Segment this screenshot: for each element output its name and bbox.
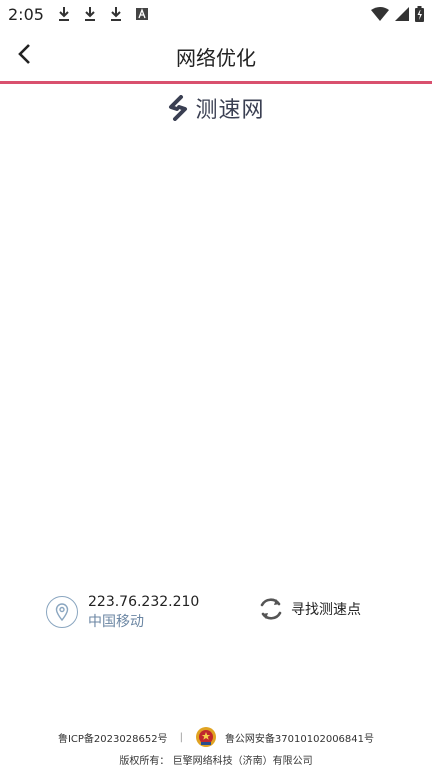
refresh-icon — [260, 598, 282, 620]
status-time: 2:05 — [8, 5, 44, 24]
logo-text: 测速网 — [195, 98, 265, 123]
company-name: 巨擎网络科技（济南）有限公司 — [172, 756, 313, 767]
system-status-icons — [371, 6, 424, 22]
download-icon — [85, 7, 95, 21]
header-divider — [0, 81, 432, 84]
connection-info: 223.76.232.210 中国移动 — [46, 592, 199, 632]
police-record-link[interactable]: 鲁公网安备37010102006841号 — [225, 730, 374, 745]
police-badge-icon — [195, 727, 216, 747]
location-pin-icon — [55, 603, 69, 621]
download-icon — [111, 7, 121, 21]
carrier-name: 中国移动 — [88, 614, 144, 630]
ip-address: 223.76.232.210 — [88, 594, 200, 610]
brand-logo: 测速网 — [0, 92, 432, 124]
logo-s-icon — [169, 95, 188, 121]
signal-icon — [395, 7, 409, 21]
location-icon-wrap — [46, 596, 78, 628]
find-test-server-label: 寻找测速点 — [291, 602, 361, 618]
footer-copyright: 版权所有： 巨擎网络科技（济南）有限公司 — [0, 752, 432, 767]
notification-icons — [56, 6, 150, 22]
icp-record-link[interactable]: 鲁ICP备2023028652号 — [58, 730, 168, 745]
status-bar: 2:05 — [0, 0, 432, 28]
battery-icon — [415, 6, 424, 22]
download-icon — [59, 7, 69, 21]
footer-separator: | — [179, 731, 183, 743]
page-title: 网络优化 — [176, 46, 256, 70]
footer-records: 鲁ICP备2023028652号 | 鲁公网安备37010102006841号 — [0, 726, 432, 748]
app-a-icon — [136, 8, 148, 20]
find-test-server-button[interactable]: 寻找测速点 — [257, 595, 361, 623]
copyright-prefix: 版权所有： — [119, 756, 170, 767]
app-header: 网络优化 — [0, 28, 432, 82]
wifi-icon — [371, 7, 389, 21]
